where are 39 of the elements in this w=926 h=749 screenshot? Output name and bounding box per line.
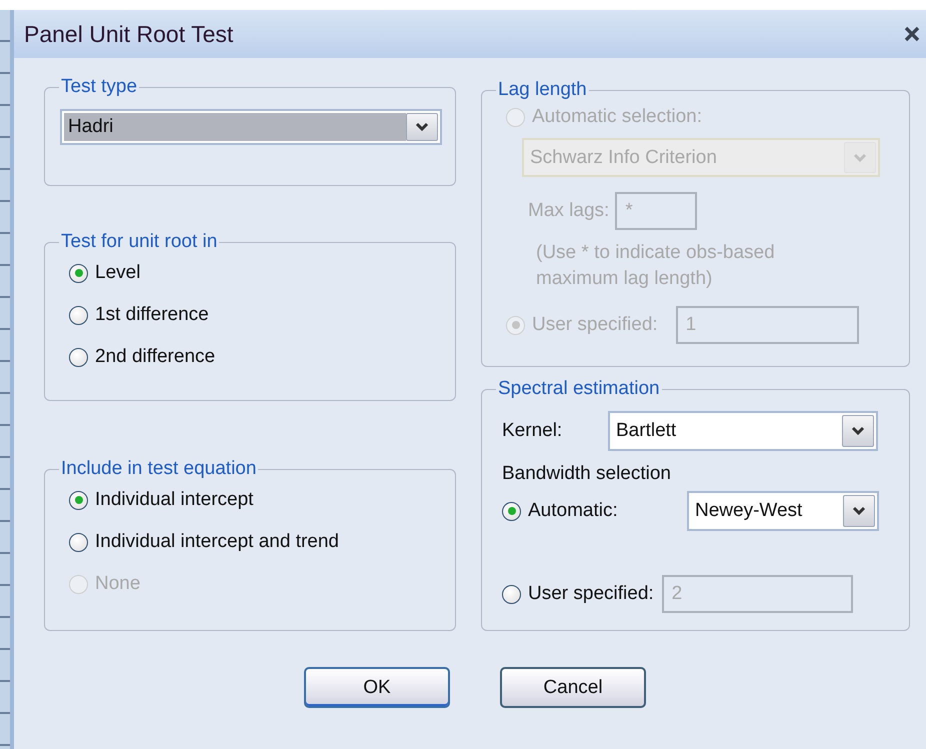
radio-label: 1st difference <box>95 304 209 326</box>
radio-button[interactable] <box>502 502 521 520</box>
radio-label: None <box>95 573 140 595</box>
dropdown[interactable]: Hadri <box>60 109 442 145</box>
ok-button[interactable]: OK <box>304 667 450 708</box>
dropdown-button[interactable] <box>842 415 874 447</box>
hint-text: (Use * to indicate obs-based maximum lag length) <box>536 241 776 291</box>
cancel-button[interactable]: Cancel <box>500 667 646 708</box>
group-title: Spectral estimation <box>497 379 661 399</box>
radio-label: Level <box>95 262 140 284</box>
radio-label: 2nd difference <box>95 346 216 368</box>
chevron-down-icon <box>853 152 867 162</box>
radio-button[interactable] <box>69 490 88 510</box>
field-label: Max lags: <box>528 200 610 222</box>
group-title: Test type <box>60 77 138 97</box>
radio-button[interactable] <box>69 348 88 366</box>
radio-label: Individual intercept <box>95 489 254 511</box>
window-title: Panel Unit Root Test <box>24 20 234 48</box>
field-label: Kernel: <box>502 420 564 442</box>
dropdown[interactable]: Bartlett <box>608 411 878 451</box>
radio-button[interactable] <box>69 264 88 282</box>
dropdown-button[interactable] <box>843 495 875 527</box>
group-title: Lag length <box>497 80 588 100</box>
radio-label: Automatic: <box>528 500 618 522</box>
radio-label: Individual intercept and trend <box>95 531 339 553</box>
group-title: Include in test equation <box>60 459 258 479</box>
group-title: Test for unit root in <box>60 232 218 252</box>
close-icon[interactable] <box>904 26 920 42</box>
radio-label: User specified: <box>532 314 658 336</box>
radio-button[interactable] <box>69 532 88 552</box>
chevron-down-icon <box>852 506 866 516</box>
dropdown-button[interactable] <box>406 113 438 141</box>
dropdown[interactable]: Newey-West <box>687 491 879 531</box>
radio-label: User specified: <box>528 583 654 605</box>
radio-button[interactable] <box>69 306 88 324</box>
section-label: Bandwidth selection <box>502 463 672 485</box>
chevron-down-icon <box>415 122 429 132</box>
radio-label: Automatic selection: <box>532 106 702 128</box>
chevron-down-icon <box>851 426 865 436</box>
